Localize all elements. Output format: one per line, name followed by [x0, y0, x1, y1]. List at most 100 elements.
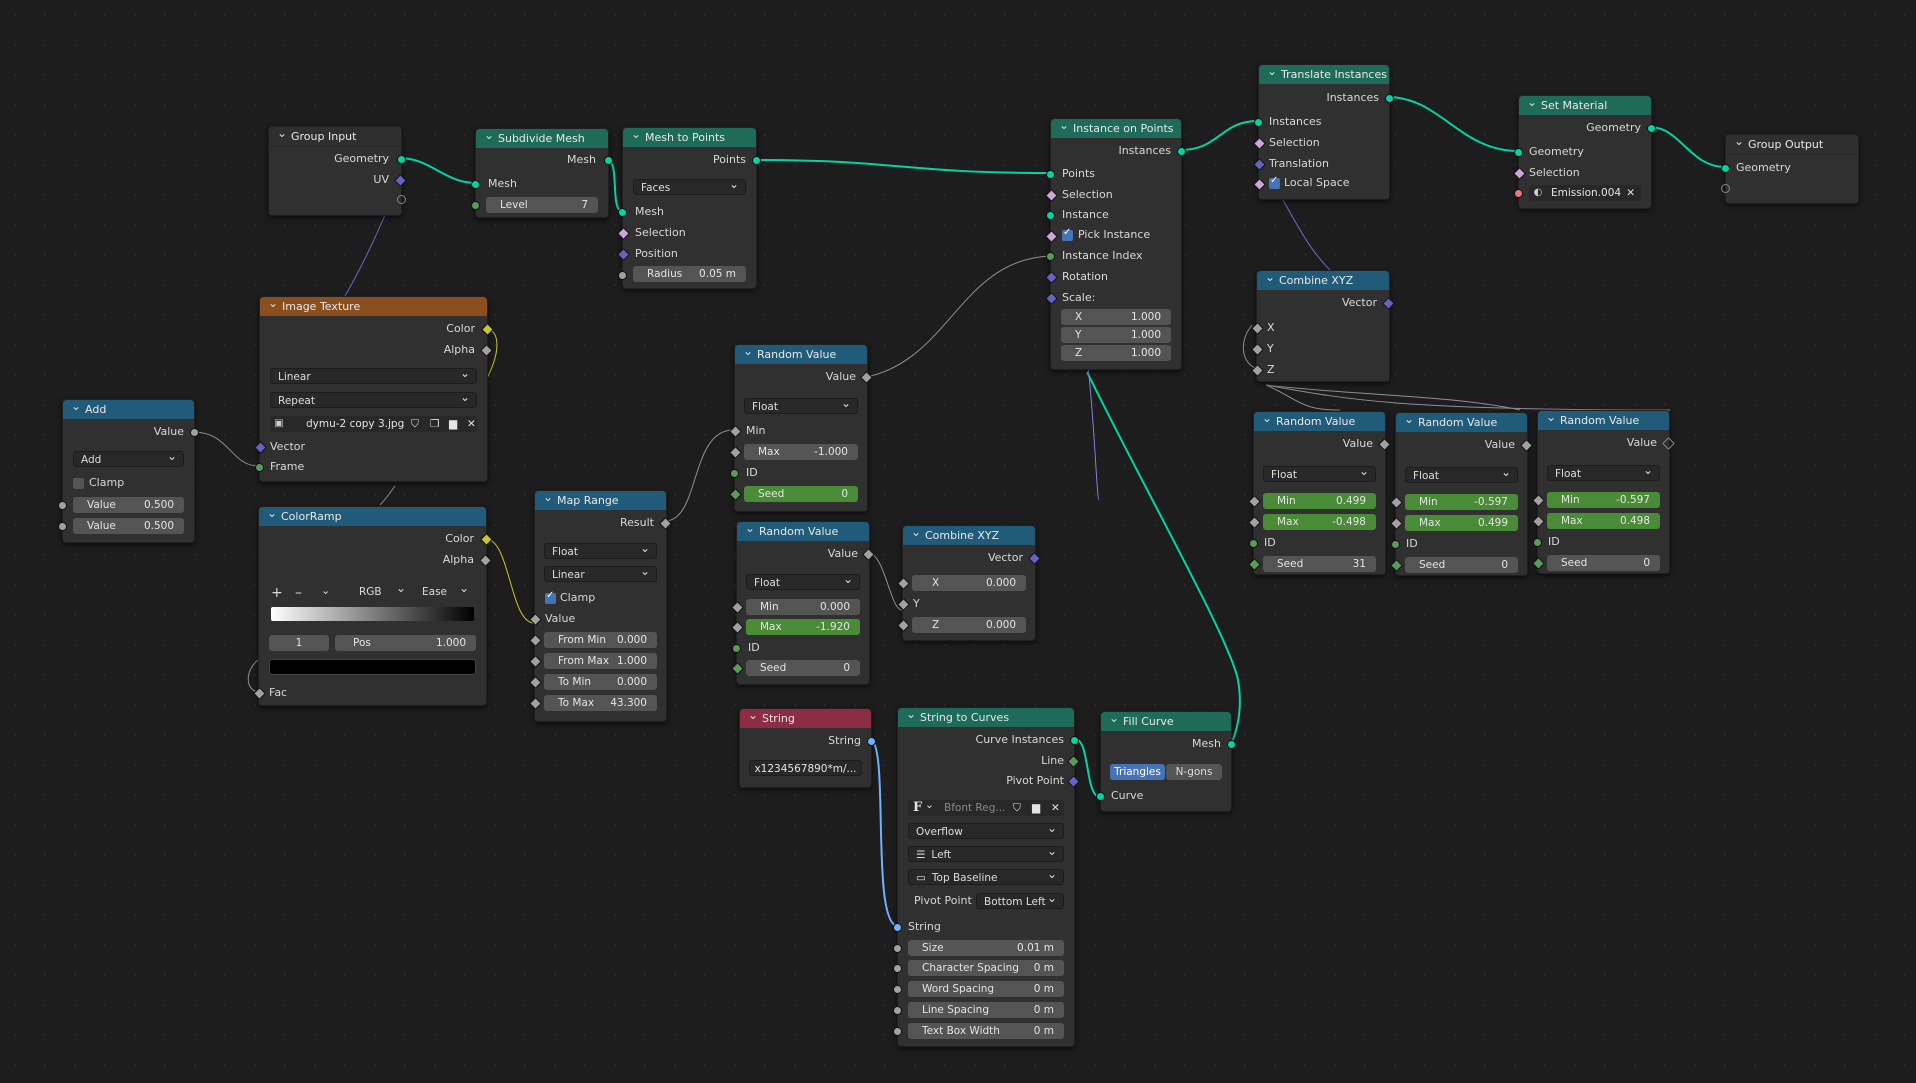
level-socket[interactable]	[471, 201, 480, 210]
image-icon[interactable]: ▣	[272, 417, 286, 431]
curve-socket[interactable]	[1096, 792, 1105, 801]
add-header[interactable]: Add	[63, 400, 194, 419]
image-texture-header[interactable]: Image Texture	[260, 297, 487, 316]
character-spacing-socket[interactable]	[893, 964, 902, 973]
interpolation-dropdown[interactable]: Ease	[415, 580, 475, 600]
clamp-checkbox[interactable]	[73, 478, 84, 489]
image-selector[interactable]: ▣ dymu-2 copy 3.jpg ⛉ ❐ ▆ ✕	[270, 416, 477, 432]
geometry-output-socket[interactable]	[1647, 124, 1656, 133]
min-field[interactable]: Min -0.597	[1547, 492, 1660, 508]
max-field[interactable]: Max -1.000	[744, 444, 858, 460]
material-field[interactable]: ◐ Emission.004 ✕	[1529, 185, 1641, 201]
size-field[interactable]: Size 0.01 m	[908, 940, 1064, 956]
instance-on-points-node[interactable]: Instance on Points Instances Points Sele…	[1045, 118, 1186, 370]
value2-socket[interactable]	[58, 522, 67, 531]
max-field[interactable]: Max 0.498	[1547, 513, 1660, 529]
add-stop-button[interactable]: +	[271, 585, 283, 601]
group-input-header[interactable]: Group Input	[269, 127, 401, 147]
frame-socket[interactable]	[255, 463, 264, 472]
string-socket[interactable]	[893, 923, 902, 932]
from-min-field[interactable]: From Min 0.000	[544, 632, 657, 648]
id-socket[interactable]	[730, 469, 739, 478]
value1-socket[interactable]	[58, 501, 67, 510]
chevron-down-icon[interactable]: ⌄	[321, 583, 330, 599]
curve-instances-socket[interactable]	[1070, 736, 1079, 745]
close-icon[interactable]: ✕	[1626, 185, 1635, 201]
mesh-to-points-header[interactable]: Mesh to Points	[623, 128, 756, 147]
image-texture-node[interactable]: Image Texture Color Alpha Linear Repeat …	[254, 296, 494, 482]
to-max-field[interactable]: To Max 43.300	[544, 695, 657, 711]
to-min-field[interactable]: To Min 0.000	[544, 674, 657, 690]
id-socket[interactable]	[732, 644, 741, 653]
instance-on-points-header[interactable]: Instance on Points	[1051, 119, 1181, 138]
from-max-field[interactable]: From Max 1.000	[544, 653, 657, 669]
data-type-dropdown[interactable]: Float	[744, 395, 858, 414]
random-value-node-3[interactable]: Random Value Value Float Min0.499 Max-0.…	[1248, 411, 1391, 575]
line-spacing-socket[interactable]	[893, 1006, 902, 1015]
seed-field[interactable]: Seed 0	[744, 486, 858, 502]
stop-index-field[interactable]: 1	[269, 635, 329, 651]
random-value-header[interactable]: Random Value	[737, 522, 869, 541]
colorramp-node[interactable]: ColorRamp Color Alpha + – ⌄ RGB Ease 1 P…	[253, 506, 493, 706]
value1-field[interactable]: Value 0.500	[73, 497, 184, 513]
id-socket[interactable]	[1249, 539, 1258, 548]
random-value-node-1[interactable]: Random Value Value Float Min Max-1.000 I…	[729, 344, 873, 512]
folder-icon[interactable]: ▆	[449, 416, 457, 432]
seed-field[interactable]: Seed 31	[1263, 556, 1376, 572]
font-selector[interactable]: F ⌄ Bfont Reg... ⛉ ▆ ✕	[908, 800, 1064, 816]
data-type-dropdown[interactable]: Float	[746, 571, 860, 590]
random-value-header[interactable]: Random Value	[735, 345, 867, 364]
extension-dropdown[interactable]: Repeat	[270, 389, 477, 408]
material-socket[interactable]	[1514, 189, 1523, 198]
group-input-node[interactable]: Group Input Geometry UV	[268, 126, 407, 216]
data-type-dropdown[interactable]: Float	[1405, 464, 1518, 483]
mesh-socket[interactable]	[1227, 740, 1236, 749]
size-socket[interactable]	[893, 944, 902, 953]
seed-field[interactable]: Seed 0	[1405, 557, 1518, 573]
points-socket[interactable]	[1046, 170, 1055, 179]
max-field[interactable]: Max -0.498	[1263, 514, 1376, 530]
map-range-header[interactable]: Map Range	[535, 491, 666, 510]
color-mode-dropdown[interactable]: RGB	[352, 580, 412, 600]
operation-dropdown[interactable]: Add	[73, 448, 184, 467]
color-ramp-gradient[interactable]	[271, 607, 474, 621]
text-box-width-socket[interactable]	[893, 1027, 902, 1036]
mesh-socket[interactable]	[618, 208, 627, 217]
word-spacing-socket[interactable]	[893, 985, 902, 994]
add-node[interactable]: Add Value Add Clamp Value0.500 Value0.50…	[58, 399, 199, 543]
combine-xyz-header[interactable]: Combine XYZ	[1257, 271, 1389, 290]
value-socket[interactable]	[190, 428, 199, 437]
instances-input-socket[interactable]	[1254, 118, 1263, 127]
min-field[interactable]: Min 0.000	[746, 599, 860, 615]
shield-icon[interactable]: ⛉	[1013, 800, 1021, 816]
scale-z-field[interactable]: Z 1.000	[1061, 345, 1171, 361]
fill-curve-header[interactable]: Fill Curve	[1101, 712, 1231, 731]
translate-instances-header[interactable]: Translate Instances	[1259, 65, 1389, 84]
id-socket[interactable]	[1391, 540, 1400, 549]
baseline-dropdown[interactable]: ▭ Top Baseline	[908, 866, 1064, 885]
string-socket[interactable]	[867, 737, 876, 746]
random-value-header[interactable]: Random Value	[1396, 413, 1527, 432]
ngons-button[interactable]: N-gons	[1166, 764, 1222, 780]
local-space-checkbox[interactable]	[1269, 175, 1280, 189]
fill-curve-node[interactable]: Fill Curve Mesh Triangles N-gons Curve	[1096, 711, 1236, 812]
scale-x-field[interactable]: X 1.000	[1061, 309, 1171, 325]
points-socket[interactable]	[752, 156, 761, 165]
interpolation-dropdown[interactable]: Linear	[544, 563, 657, 582]
mesh-output-socket[interactable]	[604, 156, 613, 165]
subdivide-mesh-header[interactable]: Subdivide Mesh	[476, 129, 608, 148]
pivot-point-dropdown[interactable]: Bottom Left	[976, 890, 1064, 909]
clamp-checkbox[interactable]	[545, 590, 556, 604]
geometry-input-socket[interactable]	[1514, 148, 1523, 157]
interpolation-dropdown[interactable]: Linear	[270, 365, 477, 384]
mesh-input-socket[interactable]	[471, 180, 480, 189]
mesh-to-points-node[interactable]: Mesh to Points Points Faces Mesh Selecti…	[617, 127, 761, 289]
x-field[interactable]: X 0.000	[912, 575, 1026, 591]
stop-color-swatch[interactable]	[269, 659, 476, 675]
map-range-node[interactable]: Map Range Result Float Linear Clamp Valu…	[529, 490, 672, 722]
set-material-header[interactable]: Set Material	[1519, 96, 1651, 115]
random-value-node-2[interactable]: Random Value Value Float Min0.000 Max-1.…	[731, 521, 875, 685]
scale-y-field[interactable]: Y 1.000	[1061, 327, 1171, 343]
instances-socket[interactable]	[1177, 147, 1186, 156]
seed-field[interactable]: Seed 0	[746, 660, 860, 676]
